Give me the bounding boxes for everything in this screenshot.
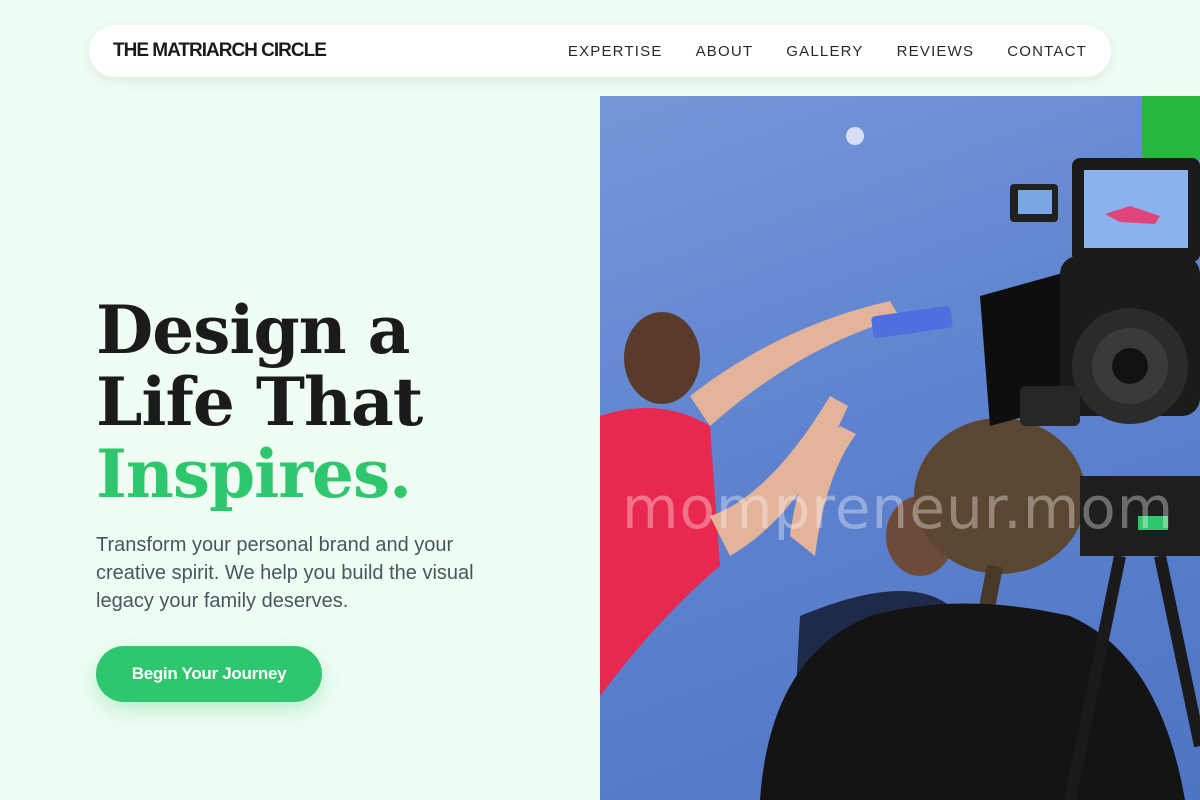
hero-title-accent: Inspires. [96,435,412,513]
hero-subtitle: Transform your personal brand and your c… [96,534,474,612]
brand-logo[interactable]: THE MATRIARCH CIRCLE [113,40,327,62]
hero-photo: mompreneur.mom [600,96,1200,800]
nav-gallery[interactable]: GALLERY [786,43,863,60]
nav-contact[interactable]: CONTACT [1007,43,1087,60]
hero-title: Design a Life That Inspires. [96,291,423,513]
watermark-text: mompreneur.mom [622,474,1175,542]
nav-reviews[interactable]: REVIEWS [897,43,975,60]
main-nav: EXPERTISE ABOUT GALLERY REVIEWS CONTACT [535,43,1087,60]
hero-title-line1: Design a [96,291,410,369]
hero-title-line2: Life That [96,363,423,441]
nav-expertise[interactable]: EXPERTISE [568,43,663,60]
nav-about[interactable]: ABOUT [696,43,754,60]
top-navbar: THE MATRIARCH CIRCLE EXPERTISE ABOUT GAL… [89,25,1111,77]
begin-journey-button[interactable]: Begin Your Journey [96,646,322,702]
film-set-illustration [600,96,1200,800]
